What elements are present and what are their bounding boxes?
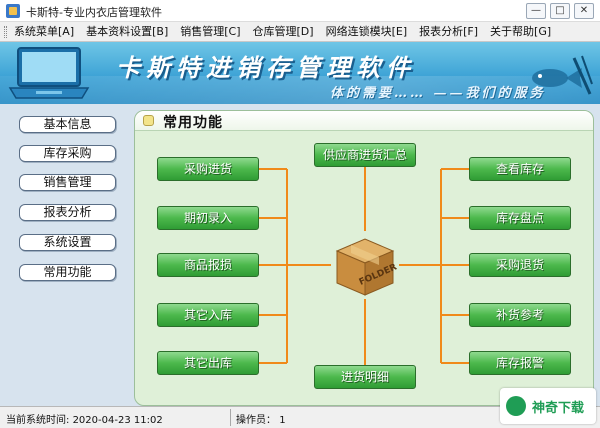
- minimize-button[interactable]: —: [526, 3, 546, 19]
- main-area: 常用功能 采购进货 期初录入 商品报损 其它入库 其它出库 查看库存 库存盘点 …: [130, 104, 600, 406]
- operator: 操作员： 1: [236, 411, 286, 426]
- menu-system[interactable]: 系统菜单[A]: [12, 25, 76, 39]
- app-icon: [6, 4, 20, 18]
- close-button[interactable]: ✕: [574, 3, 594, 19]
- operator-label: 操作员：: [236, 415, 276, 426]
- banner-slogan: 体的需要…… ——我们的服务: [330, 86, 546, 101]
- stock-alert-button[interactable]: 库存报警: [469, 351, 571, 375]
- damage-report-button[interactable]: 商品报损: [157, 253, 259, 277]
- banner-title: 卡斯特进销存管理软件: [116, 53, 416, 82]
- folder-box-icon: FOLDER: [335, 238, 399, 296]
- stock-count-button[interactable]: 库存盘点: [469, 206, 571, 230]
- sidebar-item-settings[interactable]: 系统设置: [19, 234, 116, 251]
- sidebar-item-basic-info[interactable]: 基本信息: [19, 116, 116, 133]
- title-bar: 卡斯特-专业内衣店管理软件 — □ ✕: [0, 0, 600, 22]
- sidebar: 基本信息 库存采购 销售管理 报表分析 系统设置 常用功能: [0, 104, 130, 406]
- menu-network-chain[interactable]: 网络连锁模块[E]: [324, 25, 410, 39]
- laptop-icon: [8, 47, 90, 99]
- purchase-stock-in-button[interactable]: 采购进货: [157, 157, 259, 181]
- restock-reference-button[interactable]: 补货参考: [469, 303, 571, 327]
- supplier-purchase-summary-button[interactable]: 供应商进货汇总: [314, 143, 416, 167]
- other-stock-out-button[interactable]: 其它出库: [157, 351, 259, 375]
- system-time: 当前系统时间: 2020-04-23 11:02: [6, 411, 163, 426]
- watermark-icon: [506, 396, 526, 416]
- sidebar-item-sales[interactable]: 销售管理: [19, 174, 116, 191]
- operator-value: 1: [279, 415, 286, 426]
- purchase-detail-button[interactable]: 进货明细: [314, 365, 416, 389]
- menu-warehouse[interactable]: 仓库管理[D]: [251, 25, 316, 39]
- other-stock-in-button[interactable]: 其它入库: [157, 303, 259, 327]
- menu-basic-settings[interactable]: 基本资料设置[B]: [84, 25, 170, 39]
- menu-reports[interactable]: 报表分析[F]: [417, 25, 480, 39]
- window-title: 卡斯特-专业内衣店管理软件: [26, 6, 162, 19]
- status-divider: [230, 409, 231, 426]
- sidebar-item-stock-purchase[interactable]: 库存采购: [19, 145, 116, 162]
- common-functions-panel: 常用功能 采购进货 期初录入 商品报损 其它入库 其它出库 查看库存 库存盘点 …: [134, 110, 594, 406]
- banner: 卡斯特进销存管理软件 体的需要…… ——我们的服务: [0, 42, 600, 104]
- menu-bar: 系统菜单[A] 基本资料设置[B] 销售管理[C] 仓库管理[D] 网络连锁模块…: [0, 22, 600, 42]
- view-stock-button[interactable]: 查看库存: [469, 157, 571, 181]
- sidebar-item-reports[interactable]: 报表分析: [19, 204, 116, 221]
- initial-entry-button[interactable]: 期初录入: [157, 206, 259, 230]
- sidebar-item-common-functions[interactable]: 常用功能: [19, 264, 116, 281]
- system-time-label: 当前系统时间:: [6, 415, 70, 426]
- purchase-return-button[interactable]: 采购退货: [469, 253, 571, 277]
- menu-sales[interactable]: 销售管理[C]: [178, 25, 242, 39]
- system-time-value: 2020-04-23 11:02: [72, 415, 163, 426]
- watermark-text: 神奇下载: [532, 401, 585, 416]
- fish-decoration-icon: [532, 55, 593, 95]
- maximize-button[interactable]: □: [550, 3, 570, 19]
- menu-help[interactable]: 关于帮助[G]: [488, 25, 553, 39]
- menu-grip-icon: [4, 26, 7, 38]
- watermark-logo: 神奇下载: [500, 388, 596, 424]
- menu-items: 系统菜单[A] 基本资料设置[B] 销售管理[C] 仓库管理[D] 网络连锁模块…: [12, 25, 553, 39]
